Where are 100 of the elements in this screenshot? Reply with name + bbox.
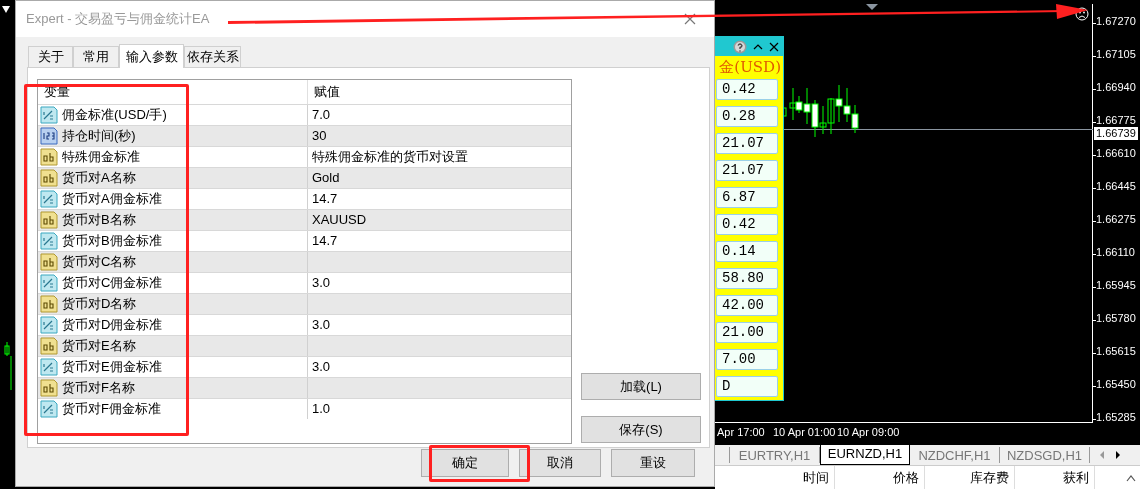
- value-field: 21.00: [716, 322, 778, 343]
- table-row[interactable]: 货币对F佣金标准 1.0: [38, 398, 571, 419]
- parameter-value: 3.0: [312, 316, 331, 335]
- tab[interactable]: 依存关系: [184, 46, 241, 67]
- tab[interactable]: 输入参数: [119, 44, 184, 68]
- text-icon: [40, 169, 58, 187]
- parameter-name: 特殊佣金标准: [62, 148, 140, 167]
- price-label: 1.67105: [1096, 48, 1136, 60]
- time-label: 10 Apr 01:00: [773, 426, 836, 438]
- chart-tab[interactable]: NZDCHF,H1: [910, 447, 1000, 463]
- column-header[interactable]: 赋值: [308, 80, 571, 104]
- column-header[interactable]: 获利: [1015, 466, 1095, 489]
- value-field: 0.42: [716, 79, 778, 100]
- table-row[interactable]: 货币对B佣金标准 14.7: [38, 230, 571, 251]
- table-row[interactable]: 佣金标准(USD/手) 7.0: [38, 104, 571, 125]
- parameter-name: 货币对B名称: [62, 211, 136, 230]
- close-icon: [769, 41, 779, 52]
- text-icon: [40, 253, 58, 271]
- number-icon: [40, 358, 58, 376]
- price-label: 1.66775: [1096, 114, 1136, 126]
- parameter-name: 货币对A佣金标准: [62, 190, 162, 209]
- candlestick-drawing: [4, 342, 12, 392]
- parameter-value: 14.7: [312, 232, 338, 251]
- value-field: 58.80: [716, 268, 778, 289]
- price-label: 1.66610: [1096, 147, 1136, 159]
- parameter-value: 14.7: [312, 190, 338, 209]
- parameter-name: 持仓时间(秒): [62, 127, 136, 146]
- price-label: 1.65450: [1096, 378, 1136, 390]
- table-row[interactable]: 货币对C佣金标准 3.0: [38, 272, 571, 293]
- parameter-name: 货币对F名称: [62, 379, 135, 398]
- table-row[interactable]: 持仓时间(秒) 30: [38, 125, 571, 146]
- parameter-name: 货币对C佣金标准: [62, 274, 163, 293]
- table-row[interactable]: 货币对A名称 Gold: [38, 167, 571, 188]
- button[interactable]: 确定: [421, 449, 509, 477]
- text-icon: [40, 337, 58, 355]
- text-icon: [40, 211, 58, 229]
- table-row[interactable]: 货币对D名称: [38, 293, 571, 314]
- close-icon: [684, 13, 696, 25]
- value-field: 0.28: [716, 106, 778, 127]
- text-icon: [40, 148, 58, 166]
- value-field: 0.14: [716, 241, 778, 262]
- parameter-value: 7.0: [312, 106, 331, 125]
- table-row[interactable]: 特殊佣金标准 特殊佣金标准的货币对设置: [38, 146, 571, 167]
- frown-face-icon: [1075, 7, 1089, 21]
- parameter-value: 1.0: [312, 400, 331, 419]
- parameter-value: 3.0: [312, 358, 331, 377]
- number-icon: [40, 232, 58, 250]
- table-row[interactable]: 货币对C名称: [38, 251, 571, 272]
- parameter-name: 货币对E佣金标准: [62, 358, 162, 377]
- parameter-value: 30: [312, 127, 327, 146]
- button[interactable]: 取消: [519, 449, 601, 477]
- tab[interactable]: 关于: [28, 46, 73, 67]
- parameter-value: 3.0: [312, 274, 331, 293]
- parameter-name: 货币对B佣金标准: [62, 232, 162, 251]
- table-row[interactable]: 货币对E名称: [38, 335, 571, 356]
- parameter-value: XAUUSD: [312, 211, 367, 230]
- parameter-name: 货币对F佣金标准: [62, 400, 161, 419]
- parameter-name: 货币对C名称: [62, 253, 137, 272]
- price-label: 1.66445: [1096, 180, 1136, 192]
- value-field: 42.00: [716, 295, 778, 316]
- column-header[interactable]: 价格: [835, 466, 925, 489]
- price-label: 1.65945: [1096, 279, 1136, 291]
- text-icon: [40, 295, 58, 313]
- parameter-value: 特殊佣金标准的货币对设置: [312, 148, 468, 167]
- parameter-value: Gold: [312, 169, 340, 188]
- table-row[interactable]: 货币对B名称 XAUUSD: [38, 209, 571, 230]
- price-label: 1.65615: [1096, 345, 1136, 357]
- price-label: 1.65780: [1096, 312, 1136, 324]
- chart-tab[interactable]: EURNZD,H1: [820, 445, 910, 465]
- table-row[interactable]: 货币对E佣金标准 3.0: [38, 356, 571, 377]
- button[interactable]: 重设: [611, 449, 695, 477]
- chart-tab[interactable]: NZDSGD,H1: [1000, 447, 1090, 463]
- panel-title: 金(USD): [718, 57, 782, 78]
- current-price-label: 1.66739: [1094, 127, 1138, 140]
- text-icon: [40, 379, 58, 397]
- column-header[interactable]: 库存费: [925, 466, 1015, 489]
- caret-up-icon: [1126, 473, 1136, 482]
- number-icon: [40, 190, 58, 208]
- value-field: 7.00: [716, 349, 778, 370]
- number-icon: [40, 274, 58, 292]
- time-label: Apr 17:00: [717, 426, 765, 438]
- number-icon: [40, 127, 58, 145]
- tab[interactable]: 常用: [73, 46, 119, 67]
- help-icon: [733, 39, 747, 54]
- number-icon: [40, 316, 58, 334]
- value-field: 21.07: [716, 160, 778, 181]
- button[interactable]: 保存(S): [581, 416, 701, 443]
- table-row[interactable]: 货币对F名称: [38, 377, 571, 398]
- time-label: 10 Apr 09:00: [837, 426, 900, 438]
- value-field: 6.87: [716, 187, 778, 208]
- price-label: 1.67270: [1096, 15, 1136, 27]
- value-field: D: [716, 376, 778, 397]
- price-label: 1.66110: [1096, 246, 1135, 258]
- table-row[interactable]: 货币对D佣金标准 3.0: [38, 314, 571, 335]
- value-field: 0.42: [716, 214, 778, 235]
- parameter-name: 货币对D名称: [62, 295, 137, 314]
- scroll-left-icon: [1098, 450, 1106, 460]
- button[interactable]: 加载(L): [581, 373, 701, 400]
- table-row[interactable]: 货币对A佣金标准 14.7: [38, 188, 571, 209]
- window-title: Expert - 交易盈亏与佣金统计EA: [26, 10, 211, 29]
